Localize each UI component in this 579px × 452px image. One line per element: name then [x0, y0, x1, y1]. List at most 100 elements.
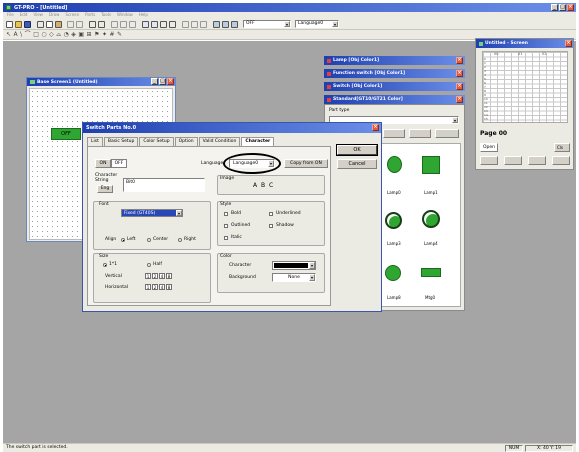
- circle-tool-icon[interactable]: ○: [41, 31, 49, 38]
- menu-screen[interactable]: Screen: [65, 12, 79, 19]
- menu-view[interactable]: View: [33, 12, 43, 19]
- page-button-3[interactable]: [528, 156, 546, 165]
- close-icon[interactable]: ×: [456, 57, 463, 64]
- bold-checkbox[interactable]: [224, 212, 228, 216]
- library-button-3[interactable]: [435, 129, 459, 138]
- order-icon[interactable]: [129, 21, 136, 28]
- cut-icon[interactable]: [37, 21, 44, 28]
- panel-switch[interactable]: Switch [Obj Color1] ×: [324, 82, 465, 91]
- redo-icon[interactable]: [76, 21, 83, 28]
- underlined-checkbox[interactable]: [269, 212, 273, 216]
- library-button-1[interactable]: [383, 129, 405, 138]
- lamp-thumb-1[interactable]: [422, 156, 440, 174]
- vertical-4[interactable]: 4: [159, 273, 165, 279]
- property-icon[interactable]: [191, 21, 198, 28]
- page-button-1[interactable]: [480, 156, 498, 165]
- font-select[interactable]: Fixed (GT40S) ▾: [121, 209, 183, 217]
- menu-window[interactable]: Window: [117, 12, 133, 19]
- horizontal-8[interactable]: 8: [166, 284, 172, 290]
- vertical-8[interactable]: 8: [166, 273, 172, 279]
- shadow-checkbox[interactable]: [269, 224, 273, 228]
- lamp-thumb-4[interactable]: [385, 265, 401, 281]
- select-tool-icon[interactable]: ↖: [6, 31, 14, 38]
- minimize-button[interactable]: _: [151, 78, 158, 85]
- italic-checkbox[interactable]: [224, 236, 228, 240]
- background-color-select[interactable]: None ▾: [272, 273, 316, 282]
- menu-parts[interactable]: Parts: [85, 12, 95, 19]
- lamp-part[interactable]: OFF: [51, 128, 81, 140]
- numeric-tool-icon[interactable]: #: [109, 31, 117, 38]
- lamp-thumb-3[interactable]: [422, 210, 440, 228]
- close-button[interactable]: ×: [567, 4, 574, 11]
- tab-character[interactable]: Character: [241, 137, 275, 146]
- tab-basic-setup[interactable]: Basic Setup: [103, 137, 139, 146]
- maximize-button[interactable]: □: [559, 4, 566, 11]
- close-icon[interactable]: ×: [456, 96, 463, 103]
- zoom-out-icon[interactable]: [98, 21, 105, 28]
- tab-color-setup[interactable]: Color Setup: [139, 137, 174, 146]
- language-select[interactable]: Language0 ▾: [295, 20, 339, 28]
- menu-file[interactable]: File: [7, 12, 14, 19]
- panel-function-switch[interactable]: Function switch [Obj Color1] ×: [324, 69, 465, 78]
- preview-icon[interactable]: [182, 21, 189, 28]
- page-button-2[interactable]: [504, 156, 522, 165]
- horizontal-1[interactable]: 1: [145, 284, 151, 290]
- paste-icon[interactable]: [55, 21, 62, 28]
- maximize-button[interactable]: □: [159, 78, 166, 85]
- lamp-thumb-2[interactable]: [385, 212, 402, 229]
- size-half-radio[interactable]: [147, 263, 151, 267]
- lamp-thumb-0[interactable]: [387, 156, 402, 173]
- tab-valid-condition[interactable]: Valid Condition: [198, 137, 241, 146]
- close-button[interactable]: ×: [167, 78, 174, 85]
- vertical-1[interactable]: 1: [145, 273, 151, 279]
- off-toggle[interactable]: OFF: [111, 159, 127, 168]
- group-icon[interactable]: [120, 21, 127, 28]
- cancel-button[interactable]: Cancel: [337, 159, 377, 169]
- panel-standard[interactable]: Standard[GT10/GT21 Color] ×: [324, 95, 465, 104]
- outlined-checkbox[interactable]: [224, 224, 228, 228]
- save-icon[interactable]: [24, 21, 31, 28]
- mode-select[interactable]: OFF ▾: [243, 20, 291, 28]
- on-toggle[interactable]: ON: [95, 159, 111, 168]
- comment-tool-icon[interactable]: ✎: [117, 31, 125, 38]
- ok-button[interactable]: OK: [336, 144, 378, 156]
- grid-icon[interactable]: [160, 21, 167, 28]
- transfer-icon[interactable]: [213, 21, 220, 28]
- align-icon[interactable]: [111, 21, 118, 28]
- size-1x1-radio[interactable]: [103, 263, 107, 267]
- device-icon[interactable]: [231, 21, 238, 28]
- close-icon[interactable]: ×: [565, 40, 572, 47]
- align-left-radio[interactable]: [121, 238, 125, 242]
- screen-icon[interactable]: [142, 21, 149, 28]
- monitor-icon[interactable]: [222, 21, 229, 28]
- horizontal-2[interactable]: 2: [152, 284, 158, 290]
- zoom-in-icon[interactable]: [89, 21, 96, 28]
- polyline-tool-icon[interactable]: ⌒: [25, 31, 34, 38]
- page-button-4[interactable]: [552, 156, 570, 165]
- lamp-thumb-5[interactable]: [421, 268, 441, 277]
- copy-from-on-button[interactable]: Copy from ON: [284, 159, 328, 168]
- copy-icon[interactable]: [46, 21, 53, 28]
- open-icon[interactable]: [15, 21, 22, 28]
- parts-icon[interactable]: [151, 21, 158, 28]
- new-icon[interactable]: [6, 21, 13, 28]
- eng-button[interactable]: Eng: [97, 185, 113, 193]
- snap-icon[interactable]: [169, 21, 176, 28]
- horizontal-4[interactable]: 4: [159, 284, 165, 290]
- tab-option[interactable]: Option: [174, 137, 198, 146]
- string-input[interactable]: Bit0: [123, 178, 205, 192]
- menu-edit[interactable]: Edit: [20, 12, 28, 19]
- menu-help[interactable]: Help: [139, 12, 148, 19]
- scale-tool-icon[interactable]: ⊞: [87, 31, 95, 38]
- align-center-radio[interactable]: [147, 238, 151, 242]
- panel-lamp[interactable]: Lamp [Obj Color1] ×: [324, 56, 465, 65]
- device-grid[interactable]: [482, 51, 568, 123]
- vertical-2[interactable]: 2: [152, 273, 158, 279]
- image-tool-icon[interactable]: ▣: [78, 31, 86, 38]
- menu-draw[interactable]: Draw: [49, 12, 59, 19]
- lock-icon[interactable]: [200, 21, 207, 28]
- undo-icon[interactable]: [67, 21, 74, 28]
- tab-list[interactable]: List: [87, 137, 103, 146]
- close-icon[interactable]: ×: [456, 70, 463, 77]
- dialog-close-button[interactable]: ×: [372, 124, 379, 131]
